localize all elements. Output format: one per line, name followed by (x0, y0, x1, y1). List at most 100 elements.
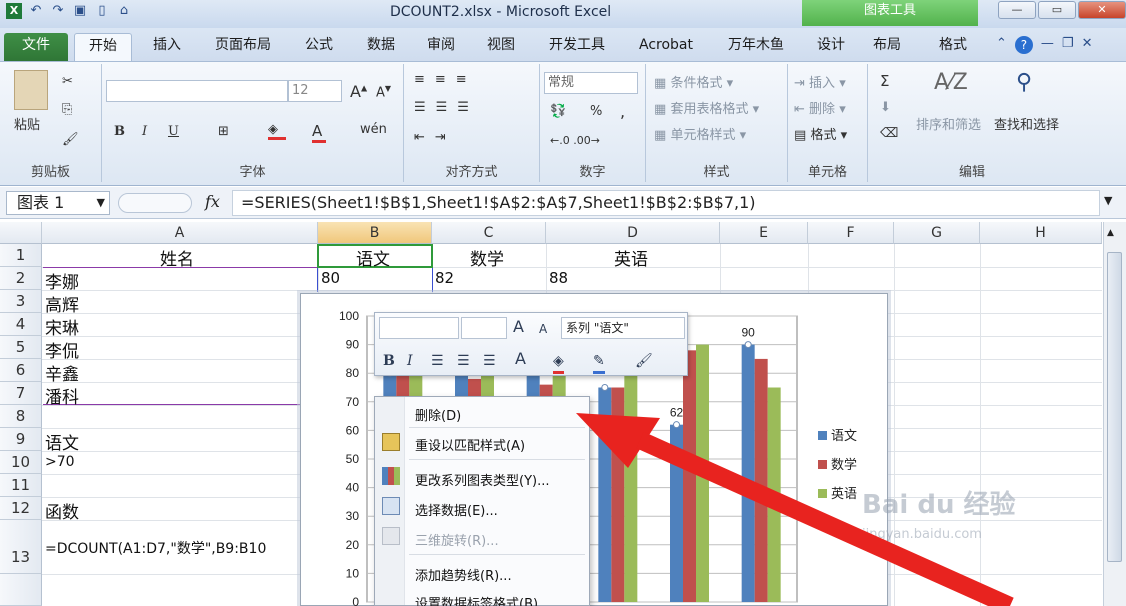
col-header-f[interactable]: F (808, 222, 894, 244)
row-header-14[interactable] (0, 574, 42, 606)
formula-input[interactable]: =SERIES(Sheet1!$B$1,Sheet1!$A$2:$A$7,She… (232, 190, 1100, 216)
tab-layout[interactable]: 布局 (864, 33, 910, 61)
formula-expand-icon[interactable]: ▼ (1104, 194, 1112, 207)
cell-style-button[interactable]: ▦ 单元格样式 ▾ (654, 124, 746, 143)
vertical-scrollbar[interactable]: ▲ (1103, 222, 1126, 606)
cut-icon[interactable]: ✂ (62, 74, 73, 89)
bar[interactable] (696, 344, 709, 602)
number-format-box[interactable]: 常规 (544, 72, 638, 94)
fill-icon[interactable]: ⬇ (880, 100, 891, 115)
menu-delete[interactable]: 删除(D) (415, 405, 461, 424)
cell-d2[interactable]: 88 (549, 269, 568, 287)
col-header-h[interactable]: H (980, 222, 1102, 244)
doc-restore-icon[interactable]: ❐ (1062, 36, 1074, 54)
font-size-box[interactable]: 12 (288, 80, 342, 102)
col-header-b[interactable]: B (318, 222, 432, 244)
name-box[interactable]: 图表 1 ▼ (6, 191, 110, 215)
font-name-box[interactable] (106, 80, 288, 102)
col-header-g[interactable]: G (894, 222, 980, 244)
format-painter-icon[interactable]: 🖌 (62, 132, 79, 147)
fill-color-icon[interactable]: ◈ (268, 122, 286, 140)
mini-font-box[interactable] (379, 317, 459, 339)
mini-font-color-button[interactable]: A (515, 349, 526, 369)
help-icon[interactable]: ? (1014, 36, 1033, 54)
menu-change-chart-type[interactable]: 更改系列图表类型(Y)... (415, 470, 549, 489)
cell-a12[interactable]: 函数 (45, 498, 79, 523)
indent-icons[interactable]: ⇤⇥ (414, 130, 456, 145)
doc-minimize-icon[interactable]: — (1041, 36, 1054, 54)
row-header-10[interactable]: 10 (0, 451, 42, 474)
tab-wannian[interactable]: 万年木鱼 (716, 33, 796, 61)
tab-formulas[interactable]: 公式 (292, 33, 346, 61)
maximize-button[interactable]: ▭ (1038, 1, 1076, 19)
cell-a5[interactable]: 李侃 (45, 337, 79, 362)
save-icon[interactable]: ▣ (72, 3, 88, 19)
tab-insert[interactable]: 插入 (140, 33, 194, 61)
mini-outline-icon[interactable]: ✎ (593, 351, 605, 374)
bar[interactable] (598, 387, 612, 603)
close-button[interactable]: ✕ (1078, 1, 1126, 19)
doc-close-icon[interactable]: ✕ (1082, 36, 1093, 54)
cell-a9[interactable]: 语文 (45, 429, 79, 454)
row-header-6[interactable]: 6 (0, 359, 42, 382)
undo-icon[interactable]: ↶ (28, 3, 44, 19)
tab-review[interactable]: 审阅 (414, 33, 468, 61)
mini-bold-button[interactable]: B (383, 351, 395, 371)
row-header-2[interactable]: 2 (0, 267, 42, 290)
italic-button[interactable]: I (142, 124, 147, 139)
menu-select-data[interactable]: 选择数据(E)... (415, 500, 498, 519)
mini-align-left-icon[interactable]: ☰ (431, 351, 444, 371)
menu-reset-style[interactable]: 重设以匹配样式(A) (415, 435, 525, 454)
tab-view[interactable]: 视图 (474, 33, 528, 61)
new-icon[interactable]: ▯ (94, 3, 110, 19)
find-select-label[interactable]: 查找和选择 (994, 114, 1059, 133)
tab-acrobat[interactable]: Acrobat (626, 33, 706, 61)
tab-developer[interactable]: 开发工具 (536, 33, 618, 61)
tab-page-layout[interactable]: 页面布局 (202, 33, 284, 61)
row-header-13[interactable]: 13 (0, 520, 42, 574)
minimize-button[interactable]: — (998, 1, 1036, 19)
clear-icon[interactable]: ⌫ (880, 126, 898, 141)
col-header-d[interactable]: D (546, 222, 720, 244)
copy-icon[interactable]: ⎘ (62, 102, 72, 117)
shrink-font-icon[interactable]: A▼ (376, 84, 391, 100)
cell-b1[interactable]: 语文 (356, 245, 390, 270)
bar[interactable] (624, 344, 638, 602)
mini-fill-icon[interactable]: ◈ (553, 351, 564, 374)
underline-button[interactable]: U (168, 124, 179, 139)
bar[interactable] (754, 358, 768, 602)
insert-cells-button[interactable]: ⇥ 插入 ▾ (794, 72, 846, 91)
cell-a7[interactable]: 潘科 (45, 383, 79, 408)
autosum-button[interactable]: Σ (880, 72, 889, 90)
paste-label[interactable]: 粘贴 (14, 114, 40, 133)
bar[interactable] (741, 344, 755, 602)
tab-data[interactable]: 数据 (354, 33, 408, 61)
bold-button[interactable]: B (114, 124, 125, 139)
col-header-c[interactable]: C (432, 222, 546, 244)
tab-format[interactable]: 格式 (930, 33, 976, 61)
font-color-icon[interactable]: A (312, 122, 326, 143)
horizontal-align-icons[interactable]: ☰☰☰ (414, 100, 479, 115)
table-format-button[interactable]: ▦ 套用表格格式 ▾ (654, 98, 759, 117)
grow-font-icon[interactable]: A▲ (350, 82, 367, 101)
cell-a6[interactable]: 辛鑫 (45, 360, 79, 385)
menu-format-data-labels[interactable]: 设置数据标签格式(B)... (415, 593, 550, 606)
cell-a4[interactable]: 宋琳 (45, 314, 79, 339)
mini-series-select[interactable]: 系列 "语文" (561, 317, 685, 339)
borders-icon[interactable]: ⊞ (218, 124, 229, 139)
row-header-9[interactable]: 9 (0, 428, 42, 451)
decimal-icons[interactable]: ←.0 .00→ (550, 134, 600, 147)
col-header-a[interactable]: A (42, 222, 318, 244)
bar[interactable] (611, 387, 625, 603)
excel-icon[interactable]: X (6, 3, 22, 19)
cell-b2[interactable]: 80 (321, 269, 340, 287)
mini-align-right-icon[interactable]: ☰ (483, 351, 496, 371)
cell-c1[interactable]: 数学 (470, 245, 504, 270)
cell-d1[interactable]: 英语 (614, 245, 648, 270)
mini-align-center-icon[interactable]: ☰ (457, 351, 470, 371)
fx-icon[interactable]: fx (205, 192, 220, 211)
tab-home[interactable]: 开始 (74, 33, 132, 61)
bar[interactable] (683, 350, 696, 602)
currency-icon[interactable]: 💱 (550, 104, 566, 119)
row-header-8[interactable]: 8 (0, 405, 42, 428)
